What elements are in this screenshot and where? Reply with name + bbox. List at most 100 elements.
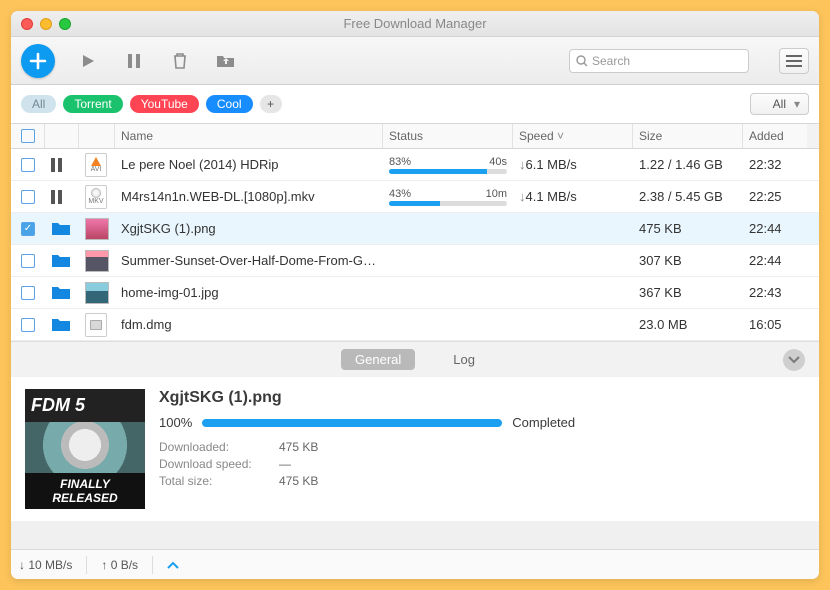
table-header: Name Status Speed Size Added [11,123,819,149]
row-size: 1.22 / 1.46 GB [639,157,723,172]
column-name[interactable]: Name [115,124,383,148]
preview-image: FDM 5 FINALLY RELEASED [25,389,145,509]
row-size: 23.0 MB [639,317,687,332]
app-window: Free Download Manager Search All Torrent [11,11,819,579]
table-row[interactable]: XgjtSKG (1).png 475 KB 22:44 [11,213,819,245]
search-input[interactable]: Search [569,49,749,73]
row-added: 22:43 [749,285,782,300]
table-row[interactable]: Summer-Sunset-Over-Half-Dome-From-Glacie… [11,245,819,277]
add-tag-button[interactable]: + [260,95,282,113]
play-icon [80,53,96,69]
column-status[interactable]: Status [383,124,513,148]
column-icon [79,124,115,148]
file-icon: AVI [85,153,107,177]
column-added[interactable]: Added [743,124,807,148]
download-list: AVI Le pere Noel (2014) HDRip 83%40s 6.1… [11,149,819,341]
scrollbar-gutter [807,124,819,148]
trash-icon [172,52,188,70]
expand-status-button[interactable] [167,561,179,569]
row-added: 22:44 [749,221,782,236]
download-rate: ↓ 10 MB/s [19,558,72,572]
folder-icon[interactable] [51,253,71,269]
pause-icon [51,190,62,204]
pause-icon [51,158,62,172]
table-row[interactable]: home-img-01.jpg 367 KB 22:43 [11,277,819,309]
upload-rate: ↑ 0 B/s [101,558,138,572]
row-added: 22:25 [749,189,782,204]
file-icon [85,313,107,337]
tag-all[interactable]: All [21,95,56,113]
row-size: 367 KB [639,285,682,300]
tag-cool[interactable]: Cool [206,95,253,113]
row-name: Le pere Noel (2014) HDRip [121,157,279,172]
chevron-down-icon [788,356,800,364]
column-checkbox[interactable] [11,124,45,148]
tag-torrent[interactable]: Torrent [63,95,122,113]
minimize-window-button[interactable] [40,18,52,30]
tab-general[interactable]: General [341,349,415,370]
detail-properties: Downloaded:475 KB Download speed:— Total… [159,440,805,488]
menu-button[interactable] [779,48,809,74]
search-icon [576,55,588,67]
detail-tabs: General Log [11,341,819,377]
row-checkbox[interactable] [21,190,35,204]
plus-icon [29,52,47,70]
folder-icon[interactable] [51,285,71,301]
folder-icon[interactable] [51,317,71,333]
row-checkbox[interactable] [21,254,35,268]
thumbnail-icon [85,250,109,272]
row-size: 2.38 / 5.45 GB [639,189,723,204]
row-added: 22:44 [749,253,782,268]
hamburger-icon [786,55,802,67]
chevron-up-icon [167,561,179,569]
file-icon: MKV [85,185,107,209]
maximize-window-button[interactable] [59,18,71,30]
delete-button[interactable] [167,52,193,70]
progress-cell: 43%10m [389,188,507,206]
row-name: M4rs14n1n.WEB-DL.[1080p].mkv [121,189,315,204]
row-speed: 6.1 MB/s [526,157,577,172]
collapse-detail-button[interactable] [783,349,805,371]
row-checkbox[interactable] [21,286,35,300]
traffic-lights [21,18,71,30]
folder-icon[interactable] [51,221,71,237]
tab-log[interactable]: Log [439,349,489,370]
open-folder-button[interactable] [213,53,239,69]
folder-open-icon [216,53,236,69]
tag-bar: All Torrent YouTube Cool + All [11,85,819,123]
thumbnail-icon [85,282,109,304]
select-all-checkbox[interactable] [21,129,35,143]
main-toolbar: Search [11,37,819,85]
tag-youtube[interactable]: YouTube [130,95,199,113]
titlebar: Free Download Manager [11,11,819,37]
add-download-button[interactable] [21,44,55,78]
status-bar: ↓ 10 MB/s ↑ 0 B/s [11,549,819,579]
table-row[interactable]: fdm.dmg 23.0 MB 16:05 [11,309,819,341]
detail-name: XgjtSKG (1).png [159,389,805,407]
table-row[interactable]: AVI Le pere Noel (2014) HDRip 83%40s 6.1… [11,149,819,181]
pause-button[interactable] [121,53,147,69]
row-name: fdm.dmg [121,317,172,332]
status-filter-dropdown[interactable]: All [750,93,809,115]
window-title: Free Download Manager [343,16,486,31]
row-name: home-img-01.jpg [121,285,219,300]
row-checkbox[interactable] [21,158,35,172]
close-window-button[interactable] [21,18,33,30]
pause-icon [127,53,141,69]
column-speed[interactable]: Speed [513,124,633,148]
row-checkbox[interactable] [21,318,35,332]
play-button[interactable] [75,53,101,69]
search-placeholder: Search [592,54,630,68]
row-size: 475 KB [639,221,682,236]
column-size[interactable]: Size [633,124,743,148]
table-row[interactable]: MKV M4rs14n1n.WEB-DL.[1080p].mkv 43%10m … [11,181,819,213]
progress-cell: 83%40s [389,156,507,174]
detail-panel: FDM 5 FINALLY RELEASED XgjtSKG (1).png 1… [11,377,819,521]
row-added: 22:32 [749,157,782,172]
row-size: 307 KB [639,253,682,268]
column-state [45,124,79,148]
row-checkbox[interactable] [21,222,35,236]
row-name: Summer-Sunset-Over-Half-Dome-From-Glacie… [121,253,377,268]
status-filter-value: All [773,97,786,111]
detail-progress: 100% Completed [159,415,805,430]
